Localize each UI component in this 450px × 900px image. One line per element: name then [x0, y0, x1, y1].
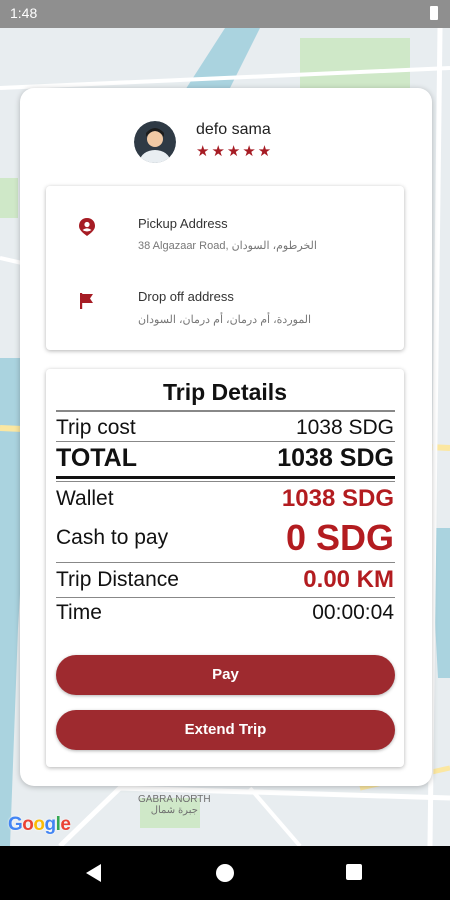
dropoff-address: الموردة، أم درمان، أم درمان، السودان	[138, 314, 312, 326]
pickup-address: 38 Algazaar Road, الخرطوم، السودان	[138, 240, 317, 252]
wallet-label: Wallet	[56, 487, 114, 510]
navigation-bar	[0, 846, 450, 900]
address-panel: Pickup Address 38 Algazaar Road, الخرطوم…	[46, 186, 404, 350]
divider	[56, 562, 395, 563]
back-icon[interactable]	[86, 864, 101, 882]
google-logo: Google	[8, 814, 71, 835]
trip-details-panel: Trip Details Trip cost 1038 SDG TOTAL 10…	[46, 369, 404, 767]
distance-value: 0.00 KM	[303, 566, 394, 593]
home-icon[interactable]	[216, 864, 234, 882]
divider	[56, 476, 395, 479]
wallet-value: 1038 SDG	[281, 485, 394, 512]
cash-value: 0 SDG	[285, 517, 394, 558]
status-time: 1:48	[10, 5, 38, 21]
avatar	[134, 121, 176, 163]
divider	[56, 410, 395, 412]
total-value: 1038 SDG	[277, 444, 394, 472]
person-icon	[134, 121, 176, 163]
distance-label: Trip Distance	[56, 568, 179, 591]
account-pin-icon	[79, 218, 95, 236]
map-label-area: GABRA NORTH جبرة شمال	[138, 794, 211, 816]
status-bar: 1:48	[0, 0, 450, 28]
trip-cost-label: Trip cost	[56, 416, 136, 439]
pay-button[interactable]: Pay	[56, 655, 395, 695]
divider	[56, 597, 395, 598]
recent-apps-icon[interactable]	[346, 864, 362, 880]
trip-cost-value: 1038 SDG	[295, 416, 394, 439]
trip-card: defo sama ★★★★★ Pickup Address 38 Algaza…	[20, 88, 432, 786]
battery-icon	[430, 6, 438, 20]
driver-name: defo sama	[196, 121, 271, 138]
trip-details-title: Trip Details	[163, 379, 287, 405]
pickup-title: Pickup Address	[138, 216, 228, 231]
flag-icon	[80, 293, 93, 309]
driver-rating-stars: ★★★★★	[196, 143, 274, 160]
dropoff-title: Drop off address	[138, 289, 234, 304]
cash-label: Cash to pay	[56, 526, 169, 549]
extend-trip-button[interactable]: Extend Trip	[56, 710, 395, 750]
time-value: 00:00:04	[312, 601, 394, 624]
divider	[56, 481, 395, 482]
time-label: Time	[56, 601, 102, 624]
divider	[56, 441, 395, 442]
total-label: TOTAL	[56, 444, 138, 472]
